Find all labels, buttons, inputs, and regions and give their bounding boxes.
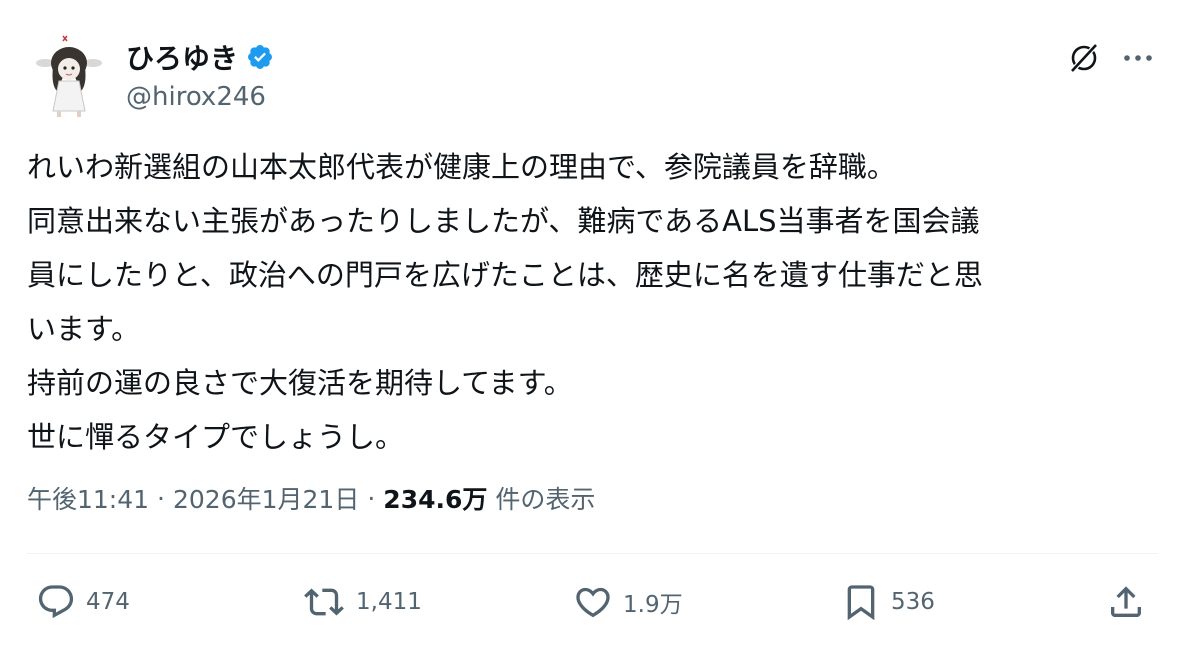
bookmark-button[interactable]: 536: [841, 580, 935, 624]
views-count: 234.6万: [383, 485, 488, 514]
bookmark-icon: [847, 585, 875, 621]
share-button[interactable]: [1106, 580, 1146, 624]
tweet-meta: 午後11:41 · 2026年1月21日 · 234.6万 件の表示: [27, 478, 595, 518]
author-name-row[interactable]: ひろゆき: [126, 37, 274, 77]
verified-badge-icon: [246, 43, 274, 71]
bookmark-count: 536: [891, 589, 935, 615]
tweet-text-line: 員にしたりと、政治への門戸を広げたことは、歴史に名を遺す仕事だと思: [27, 258, 983, 292]
avatar-image: [36, 35, 102, 117]
like-button[interactable]: 1.9万: [573, 580, 683, 624]
repost-count: 1,411: [356, 589, 422, 615]
more-options-button[interactable]: [1118, 40, 1158, 76]
meta-separator: ·: [157, 483, 165, 513]
reply-button[interactable]: 474: [36, 580, 130, 624]
author-display-name[interactable]: ひろゆき: [126, 37, 238, 77]
grok-button[interactable]: [1064, 40, 1104, 76]
tweet-text-line: います。: [27, 312, 141, 346]
tweet-text-line: れいわ新選組の山本太郎代表が健康上の理由で、参院議員を辞職。: [27, 150, 896, 184]
tweet-time[interactable]: 午後11:41: [27, 480, 149, 516]
like-count: 1.9万: [623, 592, 683, 618]
like-icon: [576, 587, 610, 618]
author-handle[interactable]: @hirox246: [126, 82, 266, 112]
reply-count: 474: [86, 589, 130, 615]
repost-button[interactable]: 1,411: [302, 580, 422, 624]
repost-icon: [304, 588, 344, 616]
divider: [27, 553, 1158, 554]
grok-icon: [1069, 42, 1099, 74]
tweet-text: れいわ新選組の山本太郎代表が健康上の理由で、参院議員を辞職。 同意出来ない主張が…: [27, 140, 1157, 464]
tweet-text-line: 持前の運の良さで大復活を期待してます。: [27, 366, 573, 400]
meta-separator: ·: [367, 483, 376, 513]
reply-icon: [38, 585, 74, 619]
tweet-text-line: 世に憚るタイプでしょうし。: [27, 420, 405, 454]
tweet-text-line: 同意出来ない主張があったりしましたが、難病であるALS当事者を国会議: [27, 204, 980, 238]
share-icon: [1111, 586, 1141, 617]
more-icon: [1124, 55, 1152, 61]
views-label: 件の表示: [495, 485, 596, 514]
tweet-date[interactable]: 2026年1月21日: [173, 480, 359, 516]
avatar[interactable]: [33, 33, 105, 119]
